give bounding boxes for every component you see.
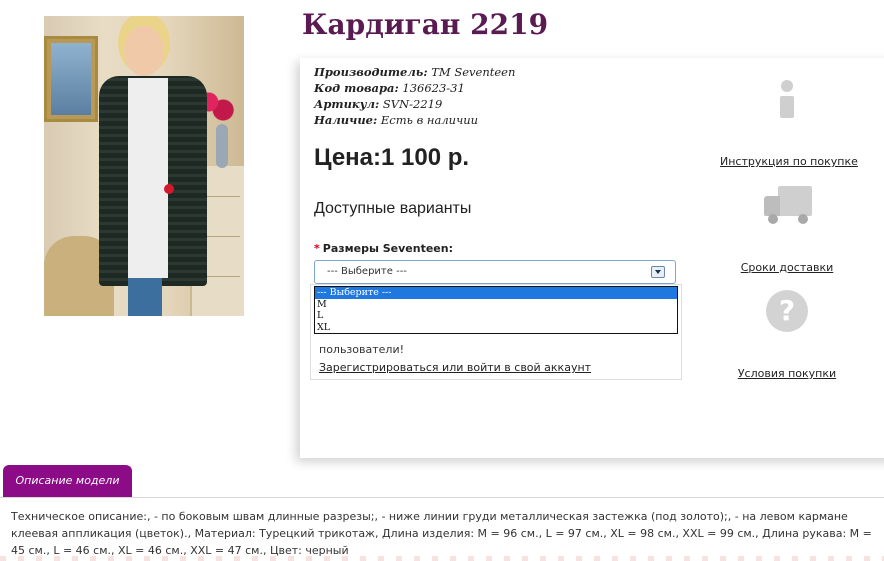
truck-icon	[764, 186, 812, 226]
info-item-instructions: Инструкция по покупке	[720, 150, 858, 169]
required-mark: *	[314, 242, 320, 255]
register-text: пользователи!	[319, 343, 405, 356]
size-dropdown-list[interactable]: --- Выберите --- M L XL	[314, 286, 678, 334]
painting	[44, 36, 98, 122]
meta-availability: Наличие: Есть в наличии	[314, 113, 479, 127]
size-select-value: --- Выберите ---	[327, 266, 407, 277]
info-item-terms: Условия покупки	[720, 362, 854, 381]
size-select[interactable]: --- Выберите ---	[314, 260, 676, 284]
tab-divider	[0, 497, 884, 498]
product-title: Кардиган 2219	[302, 8, 549, 41]
jeans	[128, 278, 162, 316]
description-text: Техническое описание:, - по боковым швам…	[11, 510, 872, 557]
question-icon: ?	[766, 290, 808, 332]
tab-description[interactable]: Описание модели	[3, 465, 132, 497]
product-panel: Производитель: TM Seventeen Код товара: …	[300, 58, 884, 458]
info-item-delivery: Сроки доставки	[720, 256, 854, 275]
chevron-down-icon[interactable]	[651, 266, 665, 278]
meta-article: Артикул: SVN-2219	[314, 97, 443, 111]
delivery-link[interactable]: Сроки доставки	[741, 261, 834, 274]
product-price: Цена:1 100 р.	[314, 144, 470, 171]
info-icon	[776, 80, 798, 118]
terms-link[interactable]: Условия покупки	[738, 367, 836, 380]
rose-applique	[164, 184, 174, 194]
size-option-placeholder[interactable]: --- Выберите ---	[315, 287, 677, 299]
size-option-m[interactable]: M	[315, 299, 677, 311]
model-head	[124, 26, 164, 76]
instructions-link[interactable]: Инструкция по покупке	[720, 155, 858, 168]
decorative-strip	[0, 556, 884, 561]
shirt	[128, 78, 168, 278]
size-option-l[interactable]: L	[315, 310, 677, 322]
variants-heading: Доступные варианты	[314, 200, 472, 217]
size-option-xl[interactable]: XL	[315, 322, 677, 334]
size-label: * Размеры Seventeen:	[314, 242, 453, 255]
product-meta: Производитель: TM Seventeen Код товара: …	[314, 64, 515, 128]
meta-manufacturer: Производитель: TM Seventeen	[314, 65, 516, 79]
meta-product-code: Код товара: 136623-31	[314, 81, 465, 95]
vase	[216, 124, 228, 168]
product-image[interactable]	[44, 16, 244, 316]
register-link[interactable]: Зарегистрироваться или войти в свой акка…	[319, 361, 591, 374]
